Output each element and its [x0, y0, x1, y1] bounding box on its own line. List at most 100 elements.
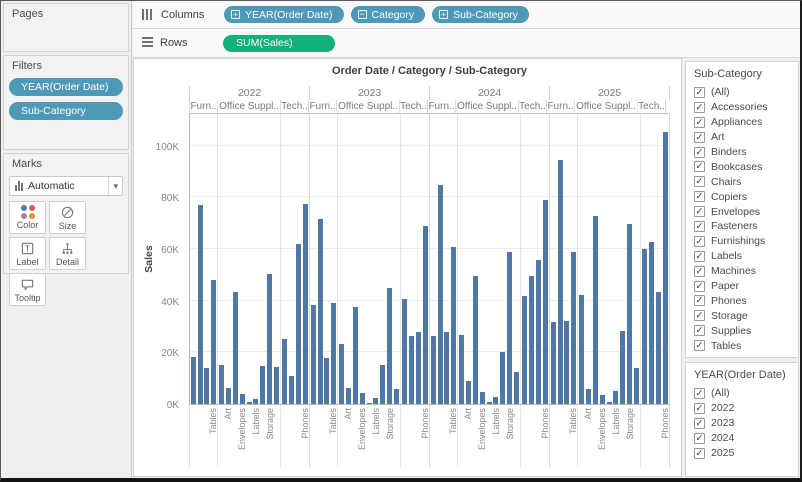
bar-paper-2024[interactable] [500, 352, 505, 404]
filter-pill-sub-category[interactable]: Sub-Category [9, 102, 123, 120]
bar-art-2023[interactable] [346, 388, 351, 404]
checkbox-checked-icon[interactable]: ✓ [694, 418, 705, 429]
year-filter-item-2023[interactable]: ✓2023 [686, 416, 798, 431]
bar-appliances-2025[interactable] [579, 295, 584, 404]
bar-storage-2025[interactable] [627, 224, 632, 404]
bar-appliances-2023[interactable] [339, 344, 344, 404]
bar-envelopes-2025[interactable] [600, 395, 605, 404]
bar-envelopes-2023[interactable] [360, 393, 365, 404]
bar-phones-2022[interactable] [303, 204, 308, 404]
bar-accessories-2025[interactable] [642, 249, 647, 404]
checkbox-checked-icon[interactable]: ✓ [694, 102, 705, 113]
category-header-furniture[interactable]: Furn.. [428, 100, 456, 113]
checkbox-checked-icon[interactable]: ✓ [694, 236, 705, 247]
subcategory-filter-item-copiers[interactable]: ✓Copiers [686, 189, 798, 204]
year-filter-item-all[interactable]: ✓(All) [686, 386, 798, 401]
bar-fasteners-2025[interactable] [607, 402, 612, 404]
bar-copiers-2022[interactable] [289, 376, 294, 404]
category-header-technology[interactable]: Tech.. [638, 100, 666, 113]
bar-supplies-2025[interactable] [634, 368, 639, 404]
checkbox-checked-icon[interactable]: ✓ [694, 295, 705, 306]
bar-chairs-2025[interactable] [558, 160, 563, 404]
bar-chairs-2023[interactable] [318, 219, 323, 404]
bar-appliances-2024[interactable] [459, 335, 464, 404]
checkbox-checked-icon[interactable]: ✓ [694, 117, 705, 128]
checkbox-checked-icon[interactable]: ✓ [694, 132, 705, 143]
subcategory-filter-item-art[interactable]: ✓Art [686, 130, 798, 145]
color-button[interactable]: Color [9, 201, 46, 234]
category-header-technology[interactable]: Tech.. [519, 100, 547, 113]
mark-type-dropdown[interactable]: Automatic ▾ [9, 176, 123, 196]
bar-supplies-2023[interactable] [394, 389, 399, 404]
bar-art-2025[interactable] [586, 389, 591, 405]
expand-icon[interactable]: + [231, 10, 240, 19]
bar-phones-2025[interactable] [663, 132, 668, 404]
year-header-2023[interactable]: 2023 [310, 86, 430, 100]
checkbox-checked-icon[interactable]: ✓ [694, 87, 705, 98]
category-header-technology[interactable]: Tech.. [281, 100, 309, 113]
checkbox-checked-icon[interactable]: ✓ [694, 281, 705, 292]
bar-paper-2023[interactable] [380, 365, 385, 405]
checkbox-checked-icon[interactable]: ✓ [694, 206, 705, 217]
bar-envelopes-2022[interactable] [240, 394, 245, 404]
bar-tables-2023[interactable] [331, 303, 336, 405]
bar-copiers-2023[interactable] [409, 336, 414, 404]
category-header-office-supplies[interactable]: Office Suppl.. [337, 100, 400, 113]
year-header-2022[interactable]: 2022 [190, 86, 310, 100]
year-filter-item-2025[interactable]: ✓2025 [686, 446, 798, 461]
bar-furnishings-2023[interactable] [324, 358, 329, 404]
year-header-2025[interactable]: 2025 [550, 86, 670, 100]
detail-button[interactable]: Detail [49, 237, 86, 270]
year-header-2024[interactable]: 2024 [430, 86, 550, 100]
bar-accessories-2022[interactable] [282, 339, 287, 404]
year-filter-item-2024[interactable]: ✓2024 [686, 431, 798, 446]
subcategory-filter-item-appliances[interactable]: ✓Appliances [686, 115, 798, 130]
year-filter-item-2022[interactable]: ✓2022 [686, 401, 798, 416]
expand-icon[interactable]: + [439, 10, 448, 19]
bar-furnishings-2025[interactable] [564, 321, 569, 404]
checkbox-checked-icon[interactable]: ✓ [694, 191, 705, 202]
filter-pill-year-order-date[interactable]: YEAR(Order Date) [9, 78, 123, 96]
checkbox-checked-icon[interactable]: ✓ [694, 310, 705, 321]
category-header-furniture[interactable]: Furn.. [547, 100, 575, 113]
bar-machines-2025[interactable] [656, 292, 661, 404]
checkbox-checked-icon[interactable]: ✓ [694, 176, 705, 187]
bar-furnishings-2024[interactable] [444, 332, 449, 404]
subcategory-filter-item-labels[interactable]: ✓Labels [686, 249, 798, 264]
checkbox-checked-icon[interactable]: ✓ [694, 325, 705, 336]
subcategory-filter-item-envelopes[interactable]: ✓Envelopes [686, 204, 798, 219]
subcategory-filter-item-tables[interactable]: ✓Tables [686, 338, 798, 353]
bar-copiers-2025[interactable] [649, 242, 654, 405]
subcategory-filter-item-fasteners[interactable]: ✓Fasteners [686, 219, 798, 234]
bar-tables-2022[interactable] [211, 280, 216, 404]
checkbox-checked-icon[interactable]: ✓ [694, 433, 705, 444]
category-header-furniture[interactable]: Furn.. [309, 100, 337, 113]
bar-bookcases-2024[interactable] [431, 336, 436, 404]
checkbox-checked-icon[interactable]: ✓ [694, 251, 705, 262]
checkbox-checked-icon[interactable]: ✓ [694, 340, 705, 351]
subcategory-filter-item-furnishings[interactable]: ✓Furnishings [686, 234, 798, 249]
bar-paper-2022[interactable] [260, 366, 265, 404]
bar-storage-2022[interactable] [267, 274, 272, 404]
bar-supplies-2022[interactable] [274, 367, 279, 404]
bar-storage-2024[interactable] [507, 252, 512, 404]
chevron-down-icon[interactable]: ▾ [108, 177, 122, 195]
checkbox-checked-icon[interactable]: ✓ [694, 161, 705, 172]
tooltip-button[interactable]: Tooltip [9, 273, 46, 306]
pill-category[interactable]: −Category [351, 6, 426, 23]
checkbox-checked-icon[interactable]: ✓ [694, 147, 705, 158]
bar-chairs-2024[interactable] [438, 185, 443, 404]
checkbox-checked-icon[interactable]: ✓ [694, 388, 705, 399]
bar-binders-2022[interactable] [233, 292, 238, 404]
bar-machines-2022[interactable] [296, 244, 301, 404]
subcategory-filter-item-storage[interactable]: ✓Storage [686, 308, 798, 323]
bar-bookcases-2025[interactable] [551, 322, 556, 404]
pill-sub-category[interactable]: +Sub-Category [432, 6, 529, 23]
bar-tables-2024[interactable] [451, 247, 456, 404]
bar-appliances-2022[interactable] [219, 365, 224, 405]
checkbox-checked-icon[interactable]: ✓ [694, 266, 705, 277]
category-header-office-supplies[interactable]: Office Suppl.. [456, 100, 519, 113]
bar-binders-2025[interactable] [593, 216, 598, 404]
bar-tables-2025[interactable] [571, 252, 576, 404]
pill-year-order-date[interactable]: +YEAR(Order Date) [224, 6, 344, 23]
